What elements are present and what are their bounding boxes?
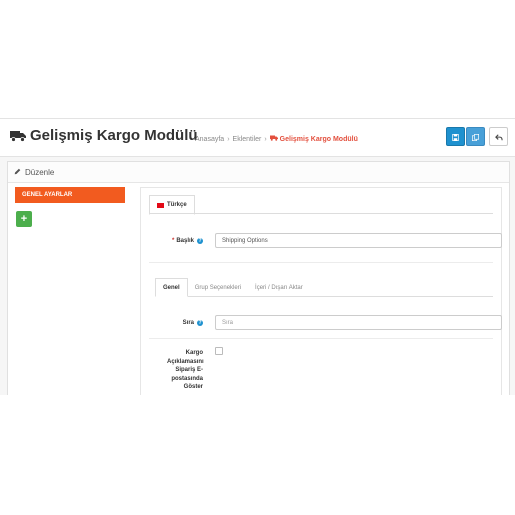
copy-button[interactable] xyxy=(466,127,485,146)
title-wrap: Gelişmiş Kargo Modülü xyxy=(10,127,198,144)
show-description-checkbox[interactable] xyxy=(215,347,223,355)
sort-label: Sıra ? xyxy=(151,315,203,330)
panel-heading: Düzenle xyxy=(8,162,509,183)
tab-language-label: Türkçe xyxy=(167,202,187,208)
truck-icon xyxy=(269,135,278,143)
edit-panel: Düzenle GENEL AYARLAR + Türkçe * Başlık … xyxy=(7,161,510,395)
breadcrumb-extensions[interactable]: Eklentiler xyxy=(233,136,262,143)
sort-label-text: Sıra xyxy=(182,319,194,326)
page-title: Gelişmiş Kargo Modülü xyxy=(30,127,198,144)
screenshot-area: Gelişmiş Kargo Modülü Anasayfa › Eklenti… xyxy=(0,118,515,395)
breadcrumb-current-label: Gelişmiş Kargo Modülü xyxy=(279,135,358,143)
tab-general[interactable]: Genel xyxy=(155,278,188,297)
title-label-text: Başlık xyxy=(176,237,194,244)
title-input[interactable]: Shipping Options xyxy=(215,233,502,248)
breadcrumb-current[interactable]: Gelişmiş Kargo Modülü xyxy=(269,135,358,143)
divider xyxy=(149,262,493,263)
back-icon xyxy=(494,128,503,146)
divider xyxy=(149,338,493,339)
tab-group-options[interactable]: Grup Seçenekleri xyxy=(188,279,248,296)
page-header: Gelişmiş Kargo Modülü Anasayfa › Eklenti… xyxy=(0,118,515,157)
divider xyxy=(149,213,493,214)
save-button[interactable] xyxy=(446,127,465,146)
copy-icon xyxy=(472,128,479,146)
tab-general-settings[interactable]: GENEL AYARLAR xyxy=(15,187,125,203)
add-button[interactable]: + xyxy=(16,211,32,227)
sort-input[interactable]: Sıra xyxy=(215,315,502,330)
breadcrumb-separator: › xyxy=(227,135,230,143)
panel-heading-label: Düzenle xyxy=(25,167,55,177)
breadcrumb: Anasayfa › Eklentiler › Gelişmiş Kargo M… xyxy=(195,135,358,143)
turkey-flag-icon xyxy=(157,202,164,208)
help-icon[interactable]: ? xyxy=(197,319,203,326)
breadcrumb-separator: › xyxy=(264,135,267,143)
sub-tabs: Genel Grup Seçenekleri İçeri / Dışarı Ak… xyxy=(155,278,493,297)
pencil-icon xyxy=(14,168,21,177)
email-label: Kargo Açıklamasını Sipariş E-postasında … xyxy=(167,350,204,390)
breadcrumb-home[interactable]: Anasayfa xyxy=(195,136,224,143)
title-label: * Başlık ? xyxy=(151,233,203,248)
save-icon xyxy=(452,128,459,146)
help-icon[interactable]: ? xyxy=(197,237,203,244)
required-marker: * xyxy=(171,237,175,244)
form-content: Türkçe * Başlık ? Shipping Options Genel… xyxy=(140,187,502,395)
tab-import-export[interactable]: İçeri / Dışarı Aktar xyxy=(248,279,310,296)
tab-language-tr[interactable]: Türkçe xyxy=(149,195,195,215)
truck-icon xyxy=(10,130,26,142)
back-button[interactable] xyxy=(489,127,508,146)
